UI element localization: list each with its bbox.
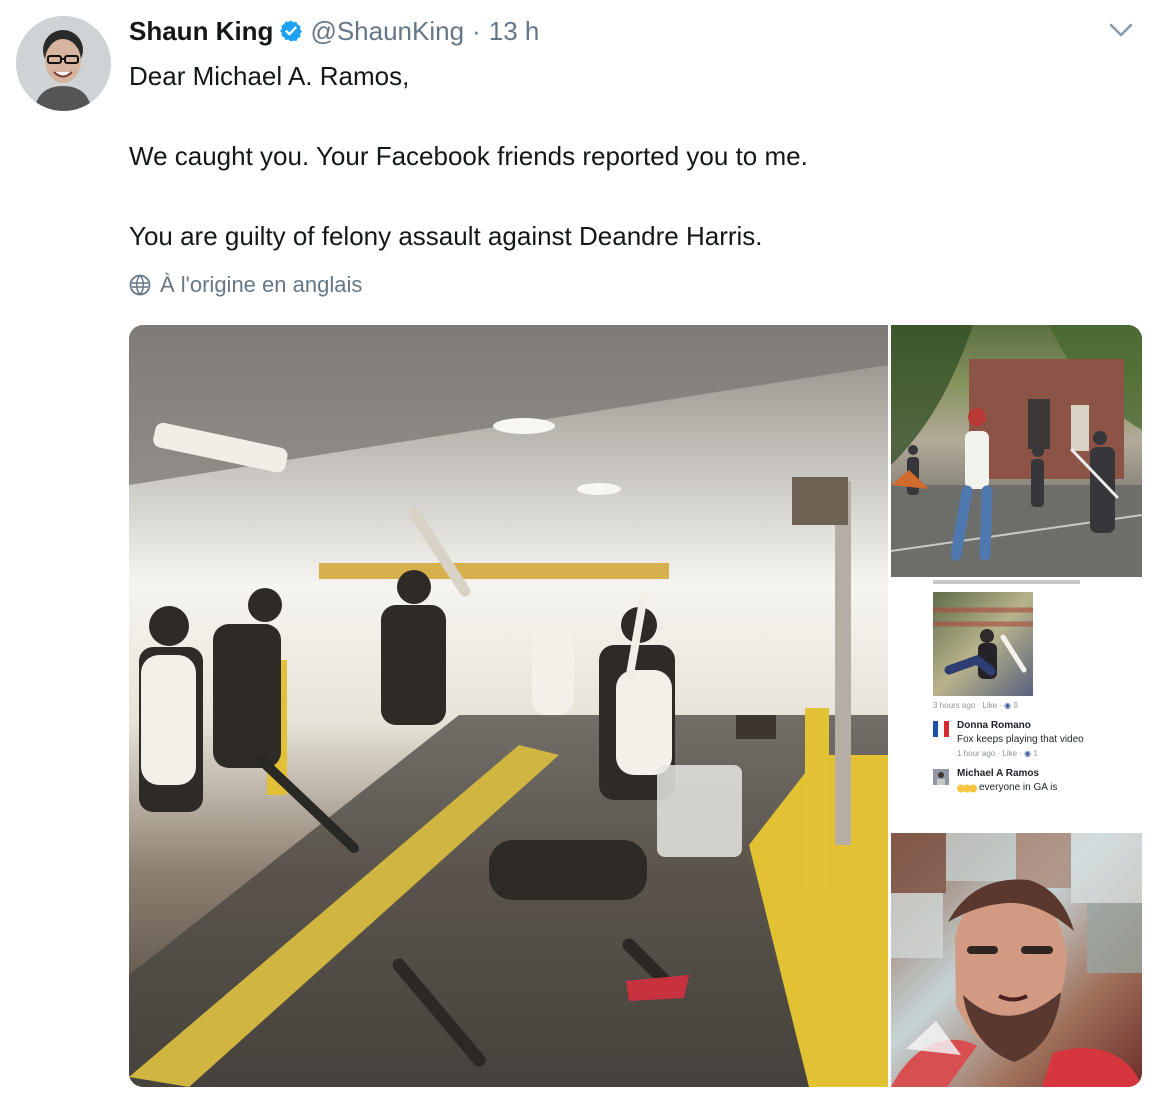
commenter-avatar-image (933, 769, 949, 785)
author-name[interactable]: Shaun King (129, 16, 273, 47)
street-scene-photo (891, 325, 1142, 577)
tweet-text-blank-line (129, 176, 1119, 216)
media-photo-street[interactable] (891, 325, 1142, 577)
avatar-image (16, 16, 111, 111)
facebook-reaction-count: 1 (1033, 749, 1038, 758)
media-photo-main[interactable] (129, 325, 888, 1087)
facebook-like-icon: ◉ (1024, 749, 1032, 758)
pixelated-face-photo (891, 833, 1142, 1087)
facebook-commenter-name[interactable]: Michael A Ramos (957, 768, 1039, 779)
verified-badge-icon (280, 20, 303, 42)
translation-note[interactable]: À l'origine en anglais (129, 272, 362, 298)
tweet-text-line: Dear Michael A. Ramos, (129, 61, 410, 91)
facebook-reaction-count: 9 (1013, 701, 1018, 710)
facebook-video-thumbnail (933, 592, 1033, 696)
garage-assault-photo (129, 325, 888, 1087)
video-frame-icon (933, 607, 1033, 679)
chevron-down-icon[interactable] (1108, 20, 1134, 40)
laughing-emoji-icons (957, 781, 977, 793)
author-handle[interactable]: @ShaunKing (310, 16, 464, 47)
tweet-text-line: You are guilty of felony assault against… (129, 221, 763, 251)
flag-avatar-image (933, 721, 949, 737)
tweet-text-blank-line (129, 96, 1119, 136)
tweet-text: Dear Michael A. Ramos, We caught you. Yo… (129, 56, 1119, 256)
facebook-comment-text: Fox keeps playing that video (957, 734, 1084, 745)
facebook-comment-meta: 1 hour ago · Like · ◉ 1 (957, 749, 1038, 758)
facebook-comment-text: everyone in GA is (979, 782, 1058, 793)
facebook-meta-text: 3 hours ago · Like · (933, 701, 1002, 710)
tweet-media-grid[interactable]: 3 hours ago · Like · ◉ 9 Donna Romano Fo… (129, 325, 1142, 1087)
tweet-timestamp[interactable]: 13 h (489, 16, 540, 47)
header-separator: · (472, 15, 481, 46)
avatar[interactable] (16, 16, 111, 111)
tweet-header: Shaun King @ShaunKing · 13 h (129, 14, 539, 48)
laughing-emoji-icon (957, 784, 977, 793)
commenter-avatar-icon (933, 769, 949, 785)
facebook-reaction-icon: ◉ (1004, 701, 1012, 710)
facebook-meta-text: 1 hour ago · Like · (957, 749, 1022, 758)
facebook-commenter-name[interactable]: Donna Romano (957, 720, 1031, 731)
translation-label[interactable]: À l'origine en anglais (160, 272, 362, 298)
media-photo-face[interactable] (891, 833, 1142, 1087)
cropped-text-line (933, 580, 1080, 584)
tweet-text-line: We caught you. Your Facebook friends rep… (129, 141, 808, 171)
flag-avatar-icon (933, 721, 949, 737)
globe-icon (129, 274, 151, 296)
media-facebook-screenshot[interactable]: 3 hours ago · Like · ◉ 9 Donna Romano Fo… (891, 580, 1142, 830)
first-comment-meta: 3 hours ago · Like · ◉ 9 (933, 701, 1018, 710)
